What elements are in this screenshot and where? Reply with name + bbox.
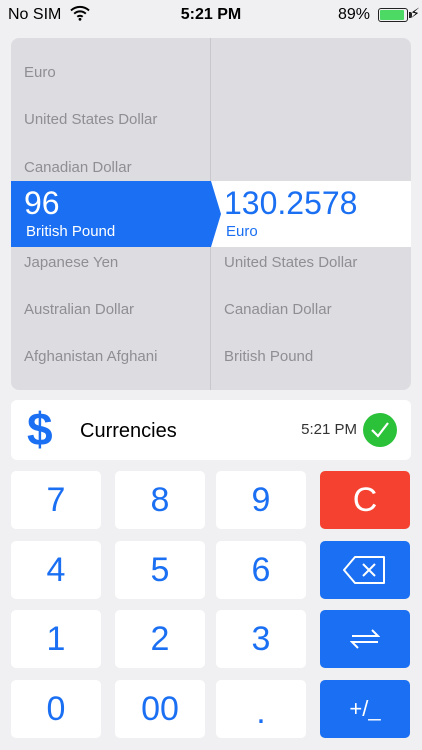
key-7[interactable]: 7 <box>11 471 101 529</box>
right-option[interactable]: Canadian Dollar <box>224 301 332 318</box>
key-4[interactable]: 4 <box>11 541 101 599</box>
key-6[interactable]: 6 <box>216 541 306 599</box>
key-8[interactable]: 8 <box>115 471 205 529</box>
key-2[interactable]: 2 <box>115 610 205 668</box>
status-bar: No SIM 5:21 PM 89% ⚡ <box>0 0 422 32</box>
source-currency-name: British Pound <box>26 223 116 240</box>
left-option[interactable]: Canadian Dollar <box>24 159 132 176</box>
backspace-button[interactable] <box>320 541 410 599</box>
battery-percent: 89% <box>337 6 370 23</box>
left-option[interactable]: United States Dollar <box>24 111 157 128</box>
battery-icon <box>378 8 412 22</box>
source-currency-selected[interactable]: 96 British Pound <box>11 181 221 247</box>
swap-button[interactable] <box>320 610 410 668</box>
update-time: 5:21 PM <box>301 421 357 438</box>
key-0[interactable]: 0 <box>11 680 101 738</box>
backspace-icon <box>343 556 385 584</box>
key-1[interactable]: 1 <box>11 610 101 668</box>
decimal-point-button[interactable]: . <box>216 680 306 738</box>
left-option[interactable]: Australian Dollar <box>24 301 134 318</box>
key-9[interactable]: 9 <box>216 471 306 529</box>
converted-amount: 130.2578 <box>224 185 358 221</box>
left-option[interactable]: Japanese Yen <box>24 254 118 271</box>
category-bar[interactable]: $ Currencies 5:21 PM <box>11 400 411 460</box>
swap-arrows-icon <box>350 629 380 649</box>
key-3[interactable]: 3 <box>216 610 306 668</box>
key-00[interactable]: 00 <box>115 680 205 738</box>
right-option[interactable]: British Pound <box>224 348 313 365</box>
key-5[interactable]: 5 <box>115 541 205 599</box>
left-option[interactable]: Euro <box>24 64 56 81</box>
currency-picker[interactable]: Euro United States Dollar Canadian Dolla… <box>11 38 411 390</box>
clear-button[interactable]: C <box>320 471 410 529</box>
selection-band: 96 British Pound 130.2578 Euro <box>11 181 411 247</box>
plus-minus-button[interactable]: +/_ <box>320 680 410 738</box>
right-option[interactable]: United States Dollar <box>224 254 357 271</box>
charging-bolt-icon: ⚡ <box>410 5 420 21</box>
check-circle-icon <box>363 413 397 447</box>
dollar-icon: $ <box>27 403 53 455</box>
target-currency-name: Euro <box>226 223 258 240</box>
source-amount: 96 <box>24 185 60 221</box>
category-title: Currencies <box>80 420 177 442</box>
left-option[interactable]: Afghanistan Afghani <box>24 348 157 365</box>
